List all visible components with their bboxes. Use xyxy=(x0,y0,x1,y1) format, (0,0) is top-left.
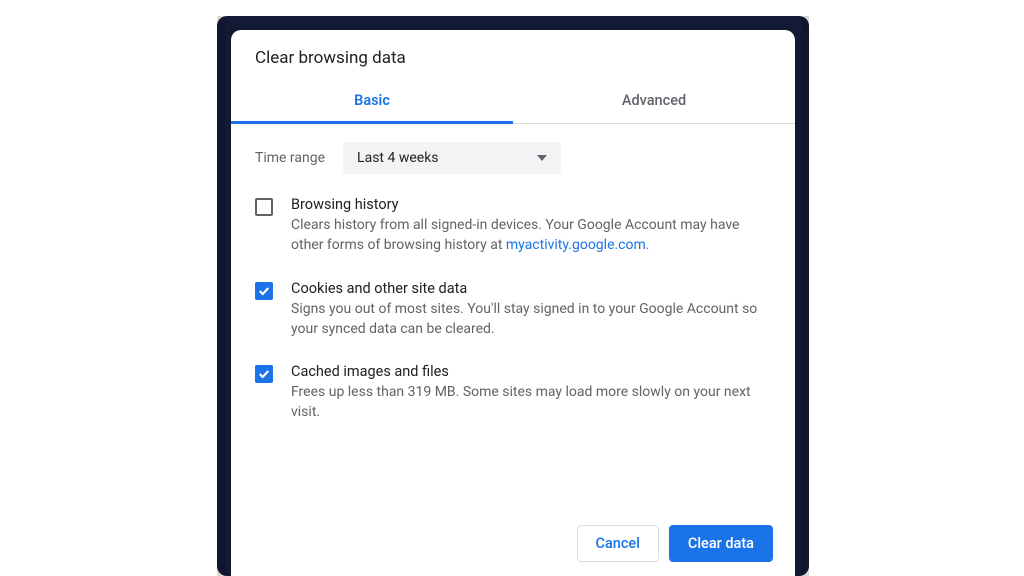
item-cached: Cached images and files Frees up less th… xyxy=(255,363,771,423)
dialog-tabs: Basic Advanced xyxy=(231,82,795,124)
cancel-button[interactable]: Cancel xyxy=(577,525,659,562)
check-icon xyxy=(258,285,270,297)
window-backdrop: Clear browsing data Basic Advanced Time … xyxy=(217,16,809,576)
time-range-value: Last 4 weeks xyxy=(357,150,438,166)
item-title: Cached images and files xyxy=(291,363,771,380)
dialog-content: Time range Last 4 weeks Browsing history… xyxy=(231,124,795,510)
item-browsing-history: Browsing history Clears history from all… xyxy=(255,196,771,256)
item-cookies: Cookies and other site data Signs you ou… xyxy=(255,280,771,340)
checkbox-cached[interactable] xyxy=(255,365,273,383)
item-title: Cookies and other site data xyxy=(291,280,771,297)
time-range-select[interactable]: Last 4 weeks xyxy=(343,142,561,174)
time-range-label: Time range xyxy=(255,150,325,166)
item-title: Browsing history xyxy=(291,196,771,213)
dropdown-icon xyxy=(537,155,547,161)
dialog-footer: Cancel Clear data xyxy=(231,510,795,576)
check-icon xyxy=(258,368,270,380)
item-description: Frees up less than 319 MB. Some sites ma… xyxy=(291,382,771,423)
tab-basic[interactable]: Basic xyxy=(231,82,513,124)
checkbox-cookies[interactable] xyxy=(255,282,273,300)
item-description: Signs you out of most sites. You'll stay… xyxy=(291,299,771,340)
dialog-title: Clear browsing data xyxy=(231,30,795,82)
checkbox-browsing-history[interactable] xyxy=(255,198,273,216)
clear-data-button[interactable]: Clear data xyxy=(669,525,773,562)
item-description: Clears history from all signed-in device… xyxy=(291,215,771,256)
clear-browsing-data-dialog: Clear browsing data Basic Advanced Time … xyxy=(231,30,795,576)
tab-advanced[interactable]: Advanced xyxy=(513,82,795,123)
myactivity-link[interactable]: myactivity.google.com xyxy=(506,237,646,253)
time-range-row: Time range Last 4 weeks xyxy=(255,142,771,174)
